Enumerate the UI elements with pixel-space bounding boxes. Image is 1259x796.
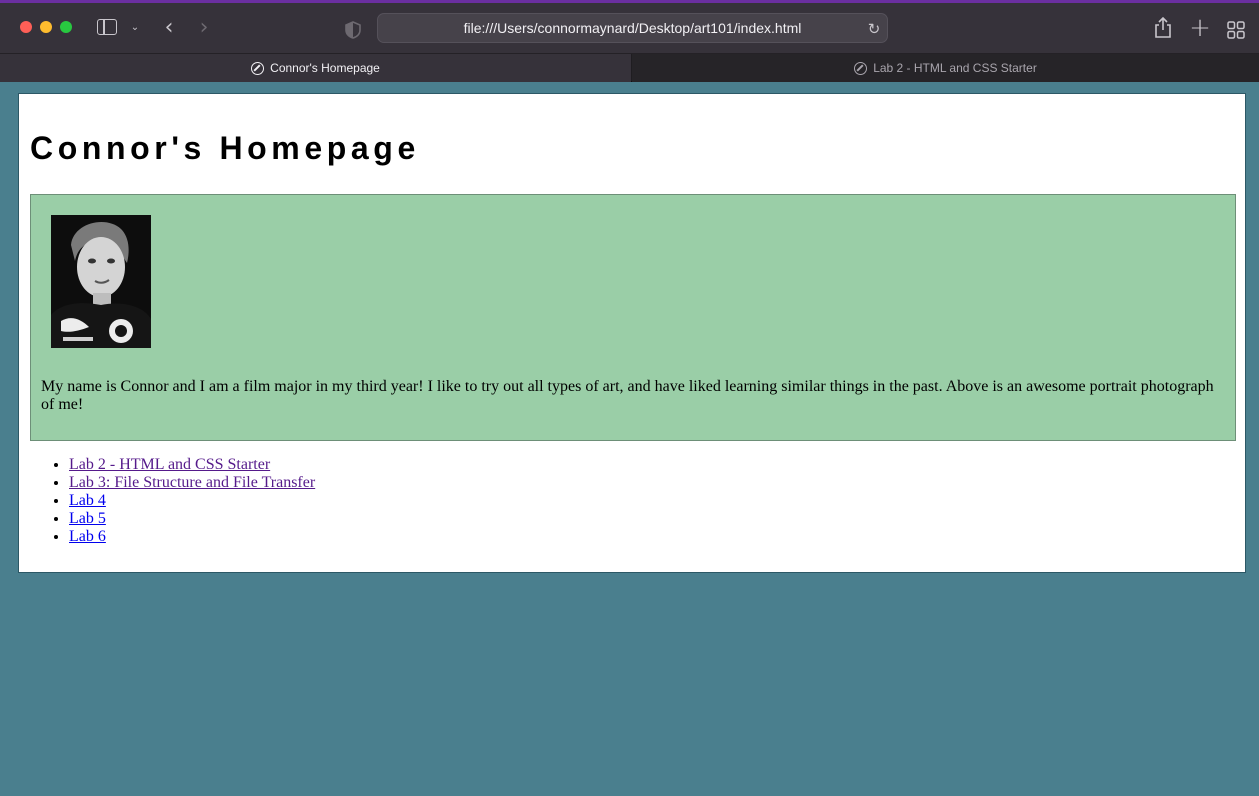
chevron-down-icon[interactable]: ⌄ [128,19,142,35]
sidebar-toggle-icon[interactable] [97,19,117,35]
address-bar[interactable]: file:///Users/connormaynard/Desktop/art1… [377,13,888,43]
lab-5-link[interactable]: Lab 5 [69,510,106,527]
zoom-window-button[interactable] [60,21,72,33]
intro-section: My name is Connor and I am a film major … [30,194,1236,441]
minimize-window-button[interactable] [40,21,52,33]
share-icon[interactable] [1153,17,1173,39]
tab-label: Connor's Homepage [270,61,380,75]
close-window-button[interactable] [20,21,32,33]
compass-icon [251,61,265,75]
address-bar-url: file:///Users/connormaynard/Desktop/art1… [463,20,802,36]
page-content-card: Connor's Homepage My name is Connor and … [18,93,1246,573]
list-item: Lab 4 [69,492,315,510]
new-tab-icon[interactable]: + [1189,13,1211,43]
tab-overview-icon[interactable] [1227,21,1245,39]
tab-connors-homepage[interactable]: Connor's Homepage [0,54,631,82]
intro-paragraph: My name is Connor and I am a film major … [41,378,1214,413]
compass-icon [854,61,868,75]
lab-links-list: Lab 2 - HTML and CSS Starter Lab 3: File… [69,456,315,546]
page-title: Connor's Homepage [30,130,420,166]
back-arrow-icon[interactable]: ‹ [160,15,178,40]
browser-toolbar: ⌄ ‹ › file:///Users/connormaynard/Deskto… [0,3,1259,54]
lab-2-link[interactable]: Lab 2 - HTML and CSS Starter [69,456,270,473]
list-item: Lab 2 - HTML and CSS Starter [69,456,315,474]
tab-bar: Connor's Homepage Lab 2 - HTML and CSS S… [0,54,1259,82]
lab-4-link[interactable]: Lab 4 [69,492,106,509]
lab-3-link[interactable]: Lab 3: File Structure and File Transfer [69,474,315,491]
list-item: Lab 3: File Structure and File Transfer [69,474,315,492]
privacy-shield-icon[interactable] [345,21,361,39]
portrait-photo [51,215,151,348]
reload-icon[interactable]: ↻ [866,20,882,38]
lab-6-link[interactable]: Lab 6 [69,528,106,545]
list-item: Lab 5 [69,510,315,528]
tab-lab-2[interactable]: Lab 2 - HTML and CSS Starter [632,54,1259,82]
list-item: Lab 6 [69,528,315,546]
tab-label: Lab 2 - HTML and CSS Starter [873,61,1037,75]
forward-arrow-icon[interactable]: › [195,15,213,40]
